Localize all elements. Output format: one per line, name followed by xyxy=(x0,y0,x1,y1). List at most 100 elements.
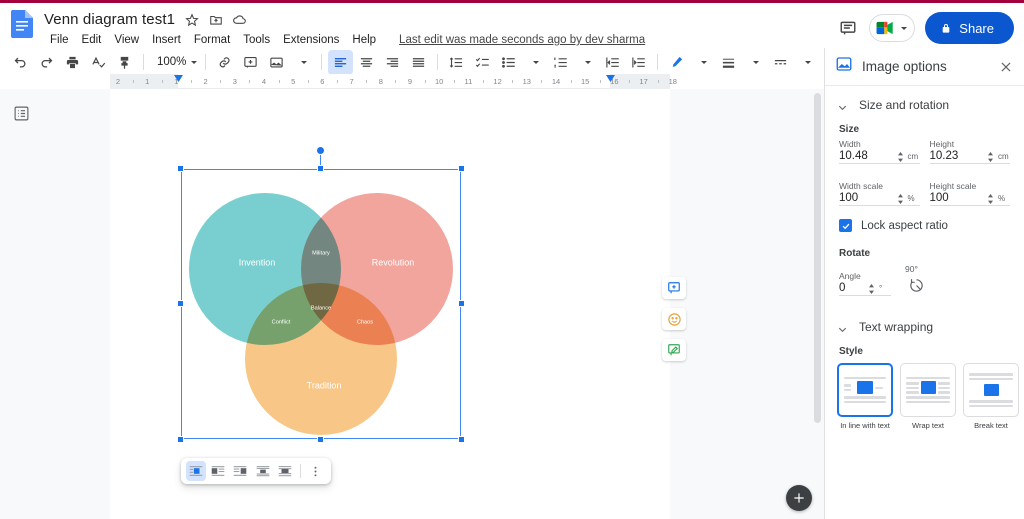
numbered-list-dropdown[interactable] xyxy=(574,50,599,75)
lock-aspect-ratio-row[interactable]: Lock aspect ratio xyxy=(825,206,1024,232)
menu-item-file[interactable]: File xyxy=(44,32,75,48)
increase-indent-icon[interactable] xyxy=(626,50,651,75)
rotate-90-icon[interactable] xyxy=(905,274,927,296)
star-icon[interactable] xyxy=(184,12,199,27)
menu-item-view[interactable]: View xyxy=(108,32,145,48)
width-scale-stepper[interactable] xyxy=(897,193,904,204)
resize-handle-mid-right[interactable] xyxy=(458,300,465,307)
undo-icon[interactable] xyxy=(8,50,33,75)
wrap-behind-button[interactable] xyxy=(275,461,295,481)
document-page[interactable]: Invention Revolution Tradition Military Conf… xyxy=(110,89,812,519)
line-spacing-icon[interactable] xyxy=(444,50,469,75)
width-field[interactable]: Width 10.48 cm xyxy=(839,139,920,164)
numbered-list-icon[interactable] xyxy=(548,50,573,75)
resize-handle-bottom-left[interactable] xyxy=(177,436,184,443)
width-scale-field[interactable]: Width scale 100 % xyxy=(839,181,920,206)
paint-format-icon[interactable] xyxy=(112,50,137,75)
add-comment-icon[interactable] xyxy=(238,50,263,75)
resize-handle-mid-left[interactable] xyxy=(177,300,184,307)
explore-plus-icon[interactable] xyxy=(786,485,812,511)
more-options-icon[interactable] xyxy=(306,461,326,481)
menu-item-tools[interactable]: Tools xyxy=(237,32,276,48)
checklist-icon[interactable] xyxy=(470,50,495,75)
horizontal-ruler[interactable]: 2 1 1 2 3 4 5 6 7 8 9 10 11 12 13 14 15 16 17 18 xyxy=(110,74,677,89)
height-scale-field[interactable]: Height scale 100 % xyxy=(929,181,1010,206)
resize-handle-bottom-center[interactable] xyxy=(317,436,324,443)
add-reaction-button[interactable] xyxy=(662,308,686,330)
height-field[interactable]: Height 10.23 cm xyxy=(929,139,1010,164)
venn-diagram-image[interactable]: Invention Revolution Tradition Military Conf… xyxy=(177,146,465,443)
page-scroll-area[interactable]: Invention Revolution Tradition Military Conf… xyxy=(110,89,824,519)
close-icon[interactable] xyxy=(997,58,1014,75)
menu-item-help[interactable]: Help xyxy=(346,32,382,48)
angle-input[interactable]: 0 ° xyxy=(839,282,891,296)
border-weight-icon[interactable] xyxy=(716,50,741,75)
google-meet-button[interactable] xyxy=(869,14,916,42)
wrap-style-break[interactable]: Break text xyxy=(963,363,1019,430)
align-right-icon[interactable] xyxy=(380,50,405,75)
move-to-folder-icon[interactable] xyxy=(208,12,223,27)
share-button[interactable]: Share xyxy=(925,12,1014,44)
decrease-indent-icon[interactable] xyxy=(600,50,625,75)
last-edit-status[interactable]: Last edit was made seconds ago by dev sh… xyxy=(399,34,645,46)
spellcheck-icon[interactable] xyxy=(86,50,111,75)
size-rotation-section-header[interactable]: Size and rotation xyxy=(825,86,1024,120)
wrap-style-wrap[interactable]: Wrap text xyxy=(900,363,956,430)
resize-handle-bottom-right[interactable] xyxy=(458,436,465,443)
chevron-down-icon xyxy=(753,60,760,64)
bulleted-list-icon[interactable] xyxy=(496,50,521,75)
align-center-icon[interactable] xyxy=(354,50,379,75)
wrap-inline-button[interactable] xyxy=(186,461,207,481)
height-input[interactable]: 10.23 cm xyxy=(929,150,1010,164)
zoom-selector[interactable]: 100% xyxy=(150,50,199,75)
border-dash-dropdown[interactable] xyxy=(794,50,819,75)
resize-handle-top-center[interactable] xyxy=(317,165,324,172)
insert-image-dropdown[interactable] xyxy=(290,50,315,75)
rotate-90-control[interactable]: 90° xyxy=(905,264,927,296)
angle-field[interactable]: Angle 0 ° xyxy=(839,271,891,296)
wrap-left-button[interactable] xyxy=(230,461,250,481)
link-icon[interactable] xyxy=(212,50,237,75)
rotation-handle[interactable] xyxy=(316,146,325,155)
height-stepper[interactable] xyxy=(987,151,994,162)
resize-handle-top-right[interactable] xyxy=(458,165,465,172)
vertical-scrollbar[interactable] xyxy=(814,93,821,423)
bulleted-list-dropdown[interactable] xyxy=(522,50,547,75)
resize-handle-top-left[interactable] xyxy=(177,165,184,172)
lock-aspect-ratio-checkbox[interactable] xyxy=(839,219,852,232)
menu-item-insert[interactable]: Insert xyxy=(146,32,187,48)
height-scale-stepper[interactable] xyxy=(987,193,994,204)
insert-image-icon[interactable] xyxy=(264,50,289,75)
wrap-text-button[interactable] xyxy=(208,461,228,481)
document-outline-icon[interactable] xyxy=(11,103,31,123)
ruler-canvas: 2 1 1 2 3 4 5 6 7 8 9 10 11 12 13 14 15 16 17 18 xyxy=(110,74,677,89)
menu-item-extensions[interactable]: Extensions xyxy=(277,32,345,48)
width-input[interactable]: 10.48 cm xyxy=(839,150,920,164)
wrap-break-button[interactable] xyxy=(253,461,273,481)
ruler-tick xyxy=(599,80,601,83)
height-scale-input[interactable]: 100 % xyxy=(929,192,1010,206)
border-weight-dropdown[interactable] xyxy=(742,50,767,75)
width-scale-input[interactable]: 100 % xyxy=(839,192,920,206)
align-justify-icon[interactable] xyxy=(406,50,431,75)
width-stepper[interactable] xyxy=(897,151,904,162)
document-title[interactable]: Venn diagram test1 xyxy=(44,11,175,28)
print-icon[interactable] xyxy=(60,50,85,75)
docs-logo-icon[interactable] xyxy=(8,7,36,41)
app-header: Venn diagram test1 File Edit View Insert… xyxy=(0,3,1024,48)
border-color-dropdown[interactable] xyxy=(690,50,715,75)
menu-item-format[interactable]: Format xyxy=(188,32,236,48)
menu-item-edit[interactable]: Edit xyxy=(76,32,108,48)
toolbar-divider xyxy=(321,54,323,70)
text-wrapping-section-header[interactable]: Text wrapping xyxy=(825,296,1024,342)
add-comment-button[interactable] xyxy=(662,277,686,299)
redo-icon[interactable] xyxy=(34,50,59,75)
border-color-icon[interactable] xyxy=(664,50,689,75)
comment-history-icon[interactable] xyxy=(837,17,859,39)
border-dash-icon[interactable] xyxy=(768,50,793,75)
angle-stepper[interactable] xyxy=(868,283,875,294)
align-left-icon[interactable] xyxy=(328,49,354,75)
cloud-saved-icon[interactable] xyxy=(232,12,247,27)
suggest-edit-button[interactable] xyxy=(662,339,686,361)
wrap-style-inline[interactable]: In line with text xyxy=(837,363,893,430)
